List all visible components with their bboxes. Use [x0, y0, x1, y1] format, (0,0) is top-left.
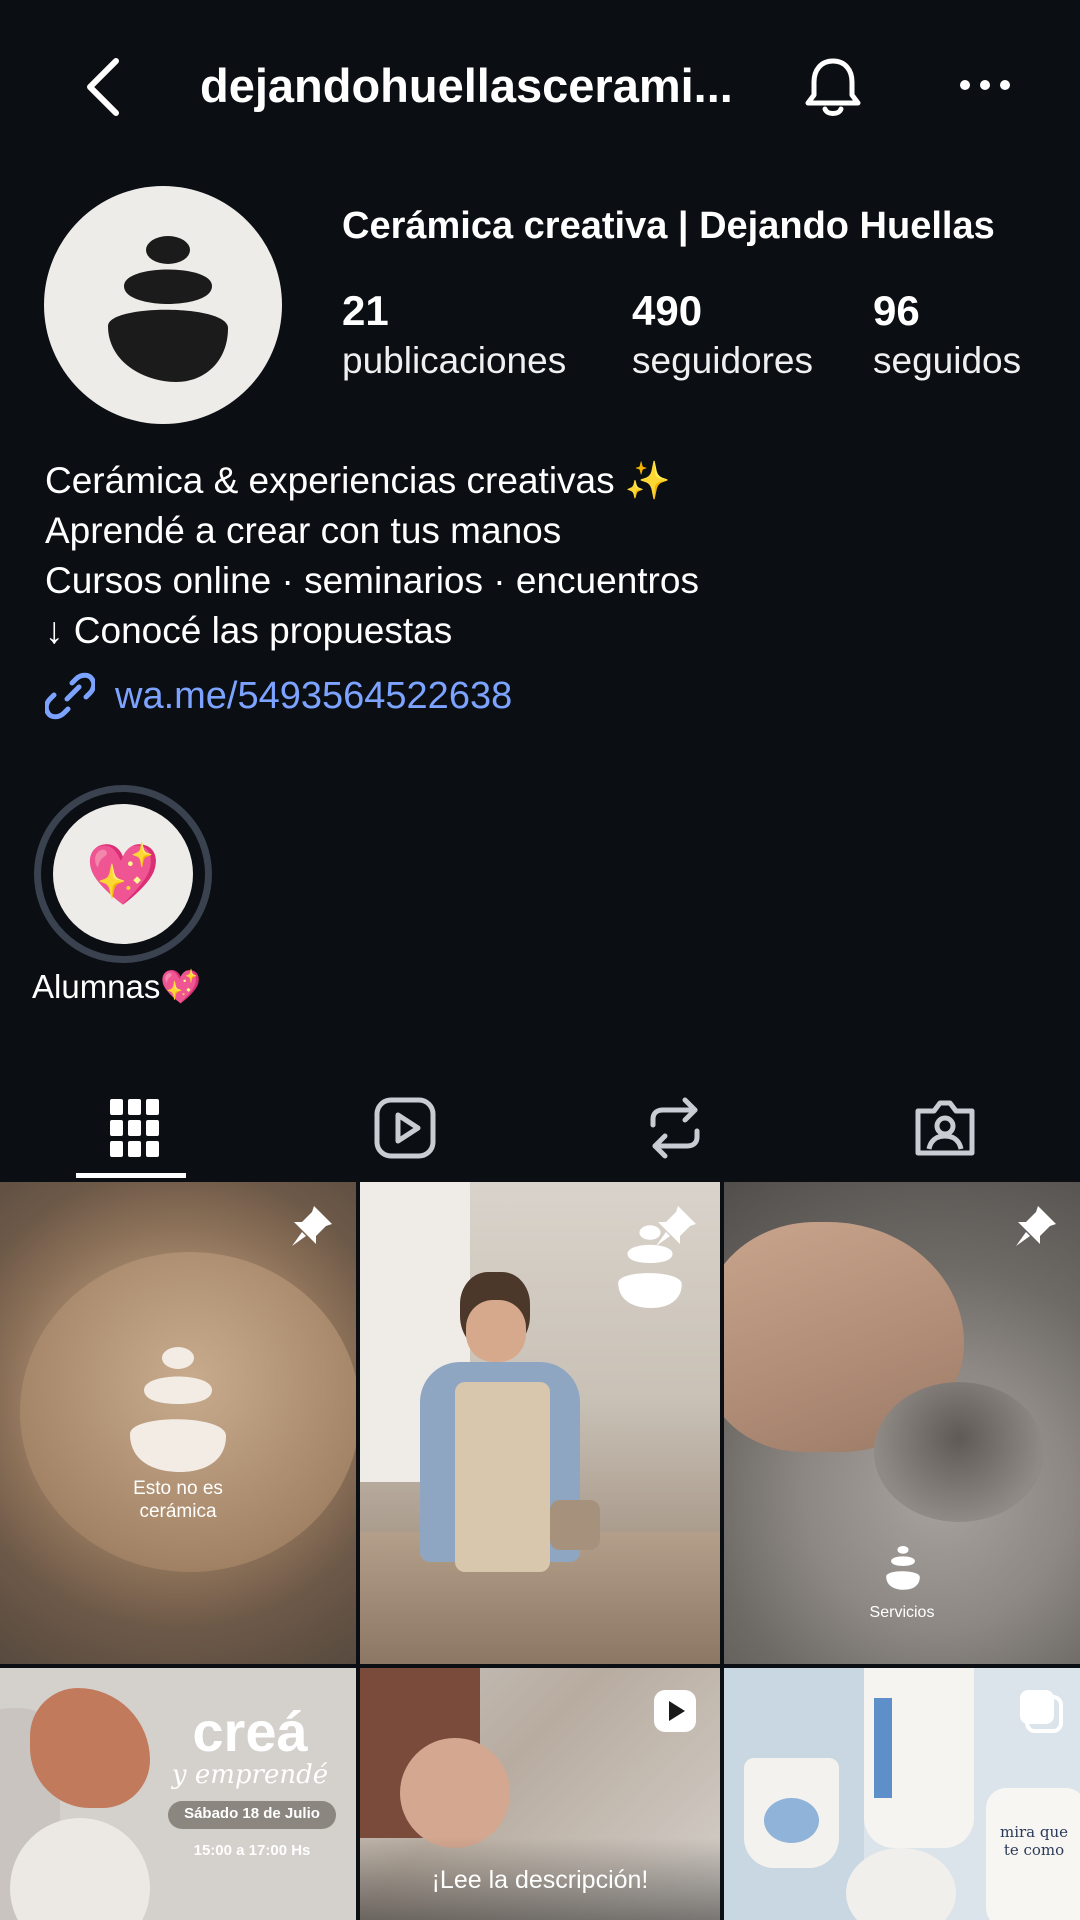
bell-icon[interactable] [800, 55, 866, 121]
top-bar: dejandohuellascerami... [0, 0, 1080, 175]
post-caption: ¡Lee la descripción! [431, 1866, 649, 1894]
stat-followers[interactable]: 490 seguidores [632, 285, 813, 385]
woman-face [466, 1300, 526, 1362]
person-face [400, 1738, 510, 1848]
tagged-icon [915, 1100, 975, 1155]
tab-reels[interactable] [270, 1075, 540, 1180]
pin-icon [1016, 1206, 1056, 1246]
vase-stripe [874, 1698, 892, 1798]
apron [455, 1382, 550, 1572]
post-caption: Servicios [869, 1604, 935, 1621]
link-icon [45, 672, 95, 720]
grid-icon [110, 1098, 159, 1157]
bio-line: Cursos online · seminarios · encuentros [45, 560, 699, 601]
stat-followers-value: 490 [632, 287, 703, 334]
stat-posts-value: 21 [342, 287, 389, 334]
post-tile[interactable]: Servicios [724, 1182, 1080, 1664]
stat-posts-label: publicaciones [342, 340, 567, 381]
post-subtitle: y emprendé [171, 1760, 329, 1790]
post-tile[interactable]: mira que te como [724, 1668, 1080, 1920]
reels-icon [374, 1097, 436, 1158]
post-time: 15:00 a 17:00 Hs [193, 1842, 311, 1859]
pin-icon [292, 1206, 332, 1246]
reel-icon [654, 1690, 696, 1732]
post-date: Sábado 18 de Julio [184, 1805, 320, 1822]
pin-icon [656, 1206, 696, 1246]
more-horizontal-icon[interactable] [955, 70, 1015, 100]
stat-following[interactable]: 96 seguidos [873, 285, 1021, 385]
profile-link[interactable]: wa.me/5493564522638 [45, 670, 512, 722]
repost-icon [650, 1097, 700, 1158]
logo-stones-icon [108, 236, 228, 382]
carousel-icon [1020, 1690, 1063, 1733]
sparkling-heart-icon: 💖 [85, 840, 161, 908]
bio-line: ↓ Conocé las propuestas [45, 610, 453, 651]
profile-tabs [0, 1075, 1080, 1180]
post-tile[interactable]: ¡Lee la descripción! [360, 1668, 720, 1920]
cup-inscription: mira que te como [999, 1823, 1069, 1859]
hand-shape [30, 1688, 150, 1808]
profile-bio: Cerámica & experiencias creativas ✨ Apre… [45, 456, 699, 656]
stat-followers-label: seguidores [632, 340, 814, 381]
profile-avatar[interactable] [44, 186, 282, 424]
posts-grid: Esto no es cerámica Servicios creá y emp… [0, 1182, 1080, 1920]
post-tile[interactable] [360, 1182, 720, 1664]
bio-line: Cerámica & experiencias creativas ✨ [45, 460, 671, 501]
tab-grid[interactable] [0, 1075, 270, 1180]
highlight-cover[interactable]: 💖 [53, 804, 193, 944]
stat-posts[interactable]: 21 publicaciones [342, 285, 566, 385]
profile-username: dejandohuellascerami... [200, 59, 733, 112]
bio-line: Aprendé a crear con tus manos [45, 510, 562, 551]
tab-reposts[interactable] [540, 1075, 810, 1180]
tab-tagged[interactable] [810, 1075, 1080, 1180]
highlight-label: Alumnas💖 [32, 968, 202, 1005]
clay-cylinder [874, 1382, 1044, 1522]
chevron-left-icon[interactable] [78, 55, 128, 119]
logo-stones-icon [886, 1546, 920, 1590]
logo-stones-icon [130, 1347, 226, 1472]
profile-link-text: wa.me/5493564522638 [115, 674, 513, 717]
stat-following-value: 96 [873, 287, 920, 334]
post-tile[interactable]: Esto no es cerámica [0, 1182, 356, 1664]
post-title: creá [192, 1700, 308, 1763]
clay-vessel [550, 1500, 600, 1550]
stat-following-label: seguidos [873, 340, 1022, 381]
post-tile[interactable]: creá y emprendé Sábado 18 de Julio 15:00… [0, 1668, 356, 1920]
active-tab-indicator [76, 1173, 186, 1178]
heart-decoration [764, 1798, 819, 1843]
post-caption: Esto no es cerámica [133, 1478, 223, 1522]
profile-display-name: Cerámica creativa | Dejando Huellas [342, 205, 995, 247]
